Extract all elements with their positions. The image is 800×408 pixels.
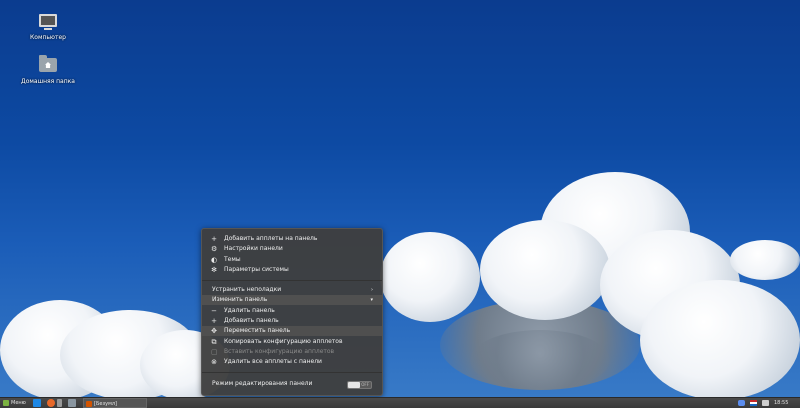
menu-item-clear-applets[interactable]: ⊗ Удалить все апплеты с панели: [202, 357, 382, 367]
menu-button[interactable]: Меню: [1, 398, 30, 408]
menu-item-edit-panel[interactable]: Изменить панель ▾: [202, 295, 382, 305]
move-icon: ✥: [211, 327, 217, 335]
menu-item-move-panel[interactable]: ✥ Переместить панель: [202, 326, 382, 336]
firefox-icon[interactable]: [47, 399, 55, 407]
desktop-icon-label: Компьютер: [30, 34, 66, 41]
copy-icon: ⧉: [211, 338, 217, 346]
menu-item-themes[interactable]: ◐ Темы: [202, 255, 382, 265]
theme-icon: ◐: [211, 256, 218, 264]
menu-item-add-panel[interactable]: + Добавить панель: [202, 316, 382, 326]
settings-icon: ✻: [211, 266, 217, 274]
edit-mode-toggle[interactable]: OFF: [347, 381, 372, 389]
file-manager-icon[interactable]: [68, 399, 76, 407]
menu-divider: [202, 280, 382, 281]
menu-item-panel-settings[interactable]: ⚙ Настройки панели: [202, 244, 382, 254]
plus-icon: +: [211, 235, 217, 243]
desktop-icon-label: Домашняя папка: [21, 78, 75, 85]
desktop-icon-home[interactable]: Домашняя папка: [18, 55, 78, 85]
chevron-right-icon: ›: [371, 287, 373, 293]
taskbar-window-button[interactable]: [Безумл]: [83, 398, 147, 408]
menu-icon: [3, 400, 9, 406]
network-icon[interactable]: [762, 400, 769, 406]
minus-icon: −: [211, 307, 217, 315]
keyboard-layout-flag-icon[interactable]: [750, 400, 757, 406]
chevron-down-icon: ▾: [370, 297, 373, 303]
gear-icon: ⚙: [211, 245, 218, 253]
menu-item-add-applets[interactable]: + Добавить апплеты на панель: [202, 234, 382, 244]
menu-item-edit-mode[interactable]: Режим редактирования панели OFF: [202, 379, 382, 389]
panel-context-menu: + Добавить апплеты на панель ⚙ Настройки…: [201, 228, 383, 396]
show-desktop-icon[interactable]: [33, 399, 41, 407]
menu-item-paste-applets: ▢ Вставить конфигурацию апплетов: [211, 348, 335, 356]
desktop-icon-computer[interactable]: Компьютер: [18, 14, 78, 41]
plus-icon: +: [211, 317, 217, 325]
menu-item-troubleshoot[interactable]: Устранить неполадки ›: [202, 285, 382, 295]
toggle-knob: [348, 382, 360, 388]
clock[interactable]: 18:55: [774, 398, 794, 408]
computer-icon: [39, 14, 57, 30]
menu-item-remove-panel[interactable]: − Удалить панель: [202, 306, 382, 316]
shield-icon[interactable]: [738, 400, 745, 406]
clear-icon: ⊗: [211, 358, 217, 366]
launcher-separator-icon: [57, 399, 62, 407]
home-folder-icon: [39, 55, 57, 74]
bottom-panel: Меню [Безумл] 18:55: [0, 397, 800, 408]
menu-divider: [202, 372, 382, 373]
window-app-icon: [86, 401, 92, 407]
menu-item-copy-applets[interactable]: ⧉ Копировать конфигурацию апплетов: [202, 337, 382, 347]
menu-item-system-settings[interactable]: ✻ Параметры системы: [202, 265, 382, 275]
paste-icon: ▢: [211, 348, 218, 356]
